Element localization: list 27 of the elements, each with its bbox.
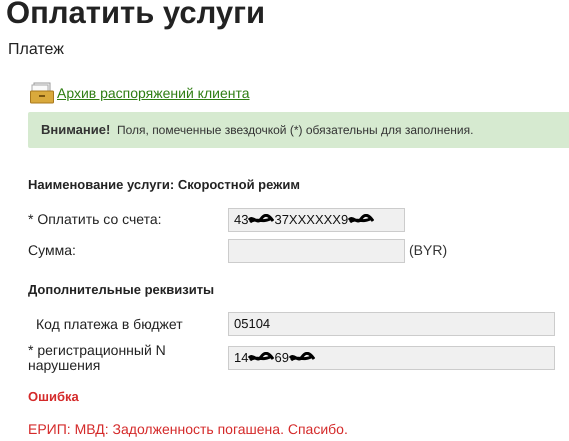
scribble-mark xyxy=(348,214,374,226)
section-heading: Дополнительные реквизиты xyxy=(28,280,216,299)
input-field[interactable]: 05104 xyxy=(228,312,555,336)
scribble-mark xyxy=(288,352,315,364)
input-field[interactable]: 43 37XXXXXX9 xyxy=(228,208,405,232)
scribble-mark xyxy=(248,214,274,226)
field-label: Сумма: xyxy=(28,243,77,258)
field-label: Код платежа в бюджет xyxy=(35,316,184,332)
error-message: ЕРИП: МВД: Задолженность погашена. Спасибо. xyxy=(28,420,349,439)
service-name: Наименование услуги: Скоростной режим xyxy=(28,177,300,192)
field-value: 05104 xyxy=(234,315,270,334)
archive-link[interactable]: Архив распоряжений клиента xyxy=(57,82,250,104)
page-title: Оплатить услуги xyxy=(6,0,266,28)
field-label: * Оплатить со счета: xyxy=(28,212,163,227)
field-value: 69 xyxy=(274,349,289,368)
page-subtitle: Платеж xyxy=(8,40,65,60)
currency-label: (BYR) xyxy=(409,241,448,260)
field-value: 37XXXXXX9 xyxy=(274,210,348,229)
error-title: Ошибка xyxy=(28,388,80,406)
input-field[interactable] xyxy=(228,238,405,262)
field-value: 43 xyxy=(234,210,248,229)
input-field[interactable]: 14 69 xyxy=(228,346,555,370)
notice-text: Внимание! Поля, помеченные звездочкой (*) обязательны для заполнения. xyxy=(41,121,474,140)
field-value: 14 xyxy=(234,349,248,368)
field-label: * регистрационный N нарушения xyxy=(28,343,167,373)
archive-box-icon xyxy=(30,82,54,104)
scribble-mark xyxy=(248,352,274,364)
